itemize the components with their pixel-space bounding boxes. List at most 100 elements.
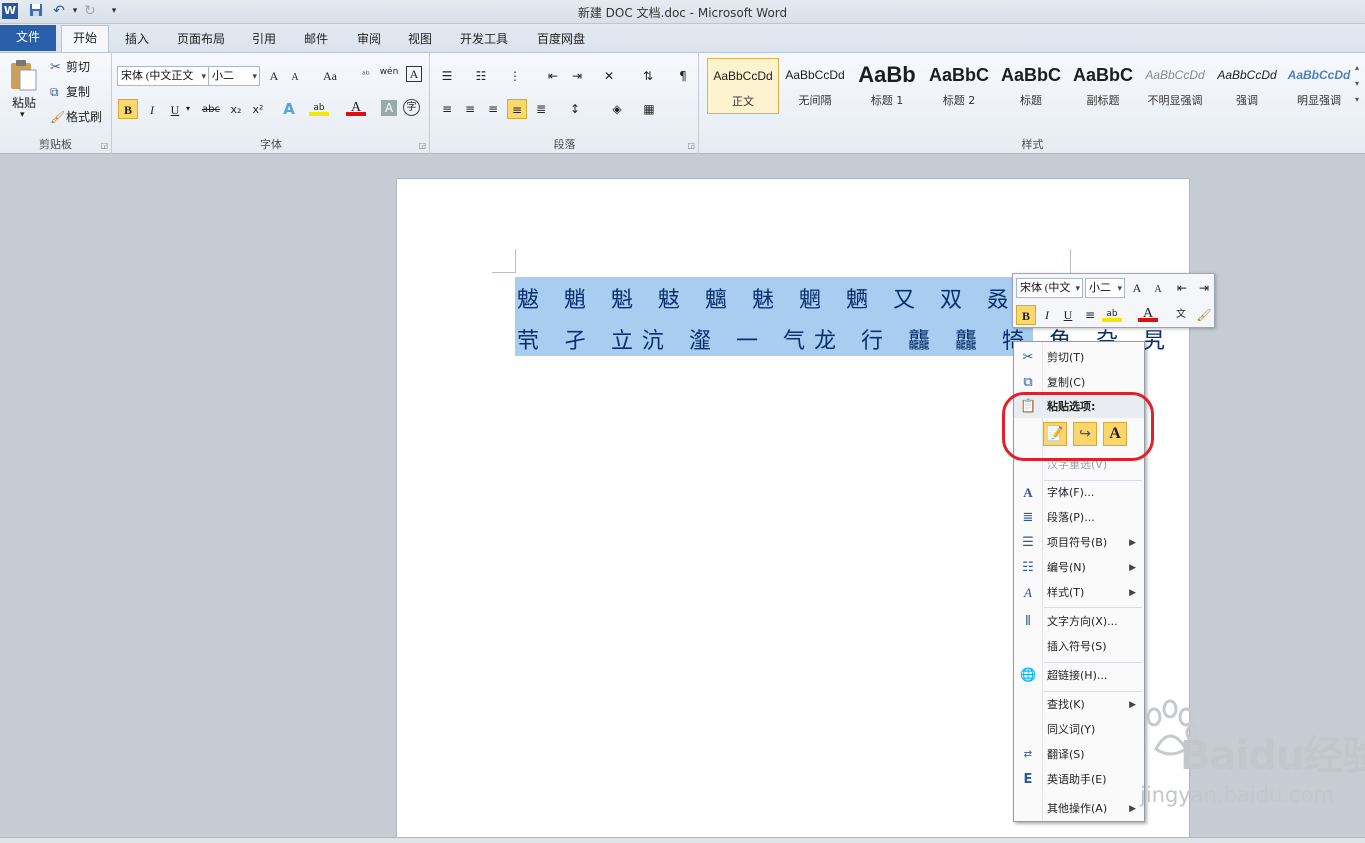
tab-developer[interactable]: 开发工具 <box>450 27 518 52</box>
tab-view[interactable]: 视图 <box>398 27 442 52</box>
style-preview: AaBb <box>858 62 916 87</box>
line-spacing-icon[interactable]: ↕ <box>565 99 585 119</box>
style-subtle-emphasis[interactable]: AaBbCcDd 不明显强调 <box>1139 58 1211 114</box>
mini-underline-button[interactable]: U <box>1058 305 1078 325</box>
change-case-button[interactable]: Aa <box>316 66 344 86</box>
superscript-button[interactable]: x² <box>248 100 268 120</box>
copy-icon: ⧉ <box>50 85 59 99</box>
copy-button[interactable]: 复制 <box>66 81 98 103</box>
borders-icon[interactable]: ▦ <box>639 99 659 119</box>
align-center-icon[interactable]: ≡ <box>460 99 480 119</box>
style-normal[interactable]: AaBbCcDd 正文 <box>707 58 779 114</box>
dialog-launcher-icon[interactable]: ◲ <box>418 141 426 150</box>
mini-font-color-icon[interactable]: A <box>1138 304 1158 322</box>
menu-item-font[interactable]: A 字体(F)... <box>1014 482 1144 504</box>
justify-icon[interactable]: ≡ <box>507 99 527 119</box>
mini-bold-button[interactable]: B <box>1016 305 1036 325</box>
menu-item-styles[interactable]: A 样式(T) ▶ <box>1014 582 1144 604</box>
tab-insert[interactable]: 插入 <box>115 27 159 52</box>
menu-item-synonyms[interactable]: 同义词(Y) <box>1014 719 1144 741</box>
menu-label: 段落(P)... <box>1047 511 1095 524</box>
numbering-icon[interactable]: ☷ <box>471 66 491 86</box>
menu-item-find[interactable]: 查找(K) ▶ <box>1014 694 1144 716</box>
increase-indent-icon[interactable]: ⇥ <box>567 66 587 86</box>
character-shading-icon[interactable]: A <box>381 100 397 116</box>
italic-button[interactable]: I <box>142 100 162 120</box>
decrease-indent-icon[interactable]: ⇤ <box>543 66 563 86</box>
style-title[interactable]: AaBbC 标题 <box>995 58 1067 114</box>
tab-home[interactable]: 开始 <box>61 25 109 52</box>
underline-dropdown-icon[interactable]: ▾ <box>186 104 190 113</box>
phonetic-guide-button[interactable]: wén <box>379 62 399 82</box>
font-name-combo[interactable]: 宋体 (中文正文 <box>117 66 209 86</box>
subscript-button[interactable]: x₂ <box>226 100 246 120</box>
sort-icon[interactable]: ⇅ <box>638 66 658 86</box>
mini-center-icon[interactable]: ≡ <box>1080 305 1100 325</box>
menu-item-copy[interactable]: ⧉ 复制(C) <box>1014 372 1144 394</box>
mini-shrink-font-button[interactable]: A <box>1148 280 1168 300</box>
tab-baidu-netdisk[interactable]: 百度网盘 <box>527 27 595 52</box>
style-emphasis[interactable]: AaBbCcDd 强调 <box>1211 58 1283 114</box>
multilevel-list-icon[interactable]: ⋮ <box>505 66 525 86</box>
font-size-combo[interactable]: 小二 <box>208 66 260 86</box>
tab-references[interactable]: 引用 <box>242 27 286 52</box>
styles-scroll-icon[interactable]: ▴ ▾ ▾ <box>1355 60 1359 108</box>
paste-dropdown-icon[interactable]: ▾ <box>20 110 25 120</box>
style-intense-emphasis[interactable]: AaBbCcDd 明显强调 <box>1283 58 1355 114</box>
show-marks-icon[interactable]: ¶ <box>673 66 693 86</box>
tab-review[interactable]: 审阅 <box>347 27 391 52</box>
clear-formatting-icon[interactable]: ᵃᵇ <box>356 66 376 86</box>
dialog-launcher-icon[interactable]: ◲ <box>687 141 695 150</box>
cut-button[interactable]: 剪切 <box>66 56 98 78</box>
menu-item-insert-symbol[interactable]: 插入符号(S) <box>1014 636 1144 658</box>
bullets-icon[interactable]: ☰ <box>437 66 457 86</box>
enclose-characters-icon[interactable]: 字 <box>403 99 420 116</box>
baidu-watermark: Baidu经验 jingyan.baidu.com <box>1140 695 1365 815</box>
menu-item-paragraph[interactable]: ≣ 段落(P)... <box>1014 507 1144 529</box>
format-painter-button[interactable]: 格式刷 <box>66 106 108 128</box>
text-effects-icon[interactable]: A <box>279 99 299 119</box>
mini-italic-button[interactable]: I <box>1037 305 1057 325</box>
style-heading-2[interactable]: AaBbC 标题 2 <box>923 58 995 114</box>
mini-increase-indent-icon[interactable]: ⇥ <box>1194 278 1214 298</box>
character-border-button[interactable]: A <box>406 66 422 82</box>
distributed-icon[interactable]: ≣ <box>531 99 551 119</box>
menu-item-hyperlink[interactable]: 🌐 超链接(H)... <box>1014 665 1144 687</box>
chinese-layout-icon[interactable]: ✕ <box>599 66 619 86</box>
underline-button[interactable]: U <box>165 100 185 120</box>
style-no-spacing[interactable]: AaBbCcDd 无间隔 <box>779 58 851 114</box>
style-subtitle[interactable]: AaBbC 副标题 <box>1067 58 1139 114</box>
style-preview: AaBbCcDd <box>785 68 845 82</box>
menu-item-english-assistant[interactable]: E 英语助手(E) <box>1014 769 1144 791</box>
menu-item-text-direction[interactable]: ⫴ 文字方向(X)... <box>1014 611 1144 633</box>
dialog-launcher-icon[interactable]: ◲ <box>100 141 108 150</box>
mini-format-painter-icon[interactable]: 🖌 <box>1194 305 1214 325</box>
menu-item-more-actions[interactable]: 其他操作(A) ▶ <box>1014 798 1144 820</box>
highlight-color-icon[interactable]: ab <box>309 98 329 116</box>
grow-font-button[interactable]: A <box>264 66 284 86</box>
mini-grow-font-button[interactable]: A <box>1127 278 1147 298</box>
tab-page-layout[interactable]: 页面布局 <box>167 27 235 52</box>
menu-item-cut[interactable]: ✂ 剪切(T) <box>1014 347 1144 369</box>
menu-item-translate[interactable]: ⇄ 翻译(S) <box>1014 744 1144 766</box>
mini-font-combo[interactable]: 宋体 (中文 <box>1016 278 1083 298</box>
mini-decrease-indent-icon[interactable]: ⇤ <box>1172 278 1192 298</box>
scissors-icon: ✂ <box>50 60 61 75</box>
align-left-icon[interactable]: ≡ <box>437 99 457 119</box>
menu-item-bullets[interactable]: ☰ 项目符号(B) ▶ <box>1014 532 1144 554</box>
bold-button[interactable]: B <box>118 99 138 119</box>
shading-icon[interactable]: ◈ <box>607 99 627 119</box>
menu-item-numbering[interactable]: ☷ 编号(N) ▶ <box>1014 557 1144 579</box>
paste-icon[interactable] <box>8 58 42 94</box>
mini-size-combo[interactable]: 小二 <box>1085 278 1125 298</box>
tab-mailings[interactable]: 邮件 <box>294 27 338 52</box>
font-color-icon[interactable]: A <box>346 98 366 116</box>
shrink-font-button[interactable]: A <box>285 68 305 88</box>
paragraph-icon: ≣ <box>1022 510 1034 525</box>
tab-file[interactable]: 文件 <box>0 25 56 51</box>
mini-highlight-icon[interactable]: ab <box>1102 304 1122 322</box>
mini-phonetic-icon[interactable]: 文 <box>1171 305 1191 325</box>
style-heading-1[interactable]: AaBb 标题 1 <box>851 58 923 114</box>
align-right-icon[interactable]: ≡ <box>483 99 503 119</box>
strikethrough-button[interactable]: abc <box>199 100 223 120</box>
